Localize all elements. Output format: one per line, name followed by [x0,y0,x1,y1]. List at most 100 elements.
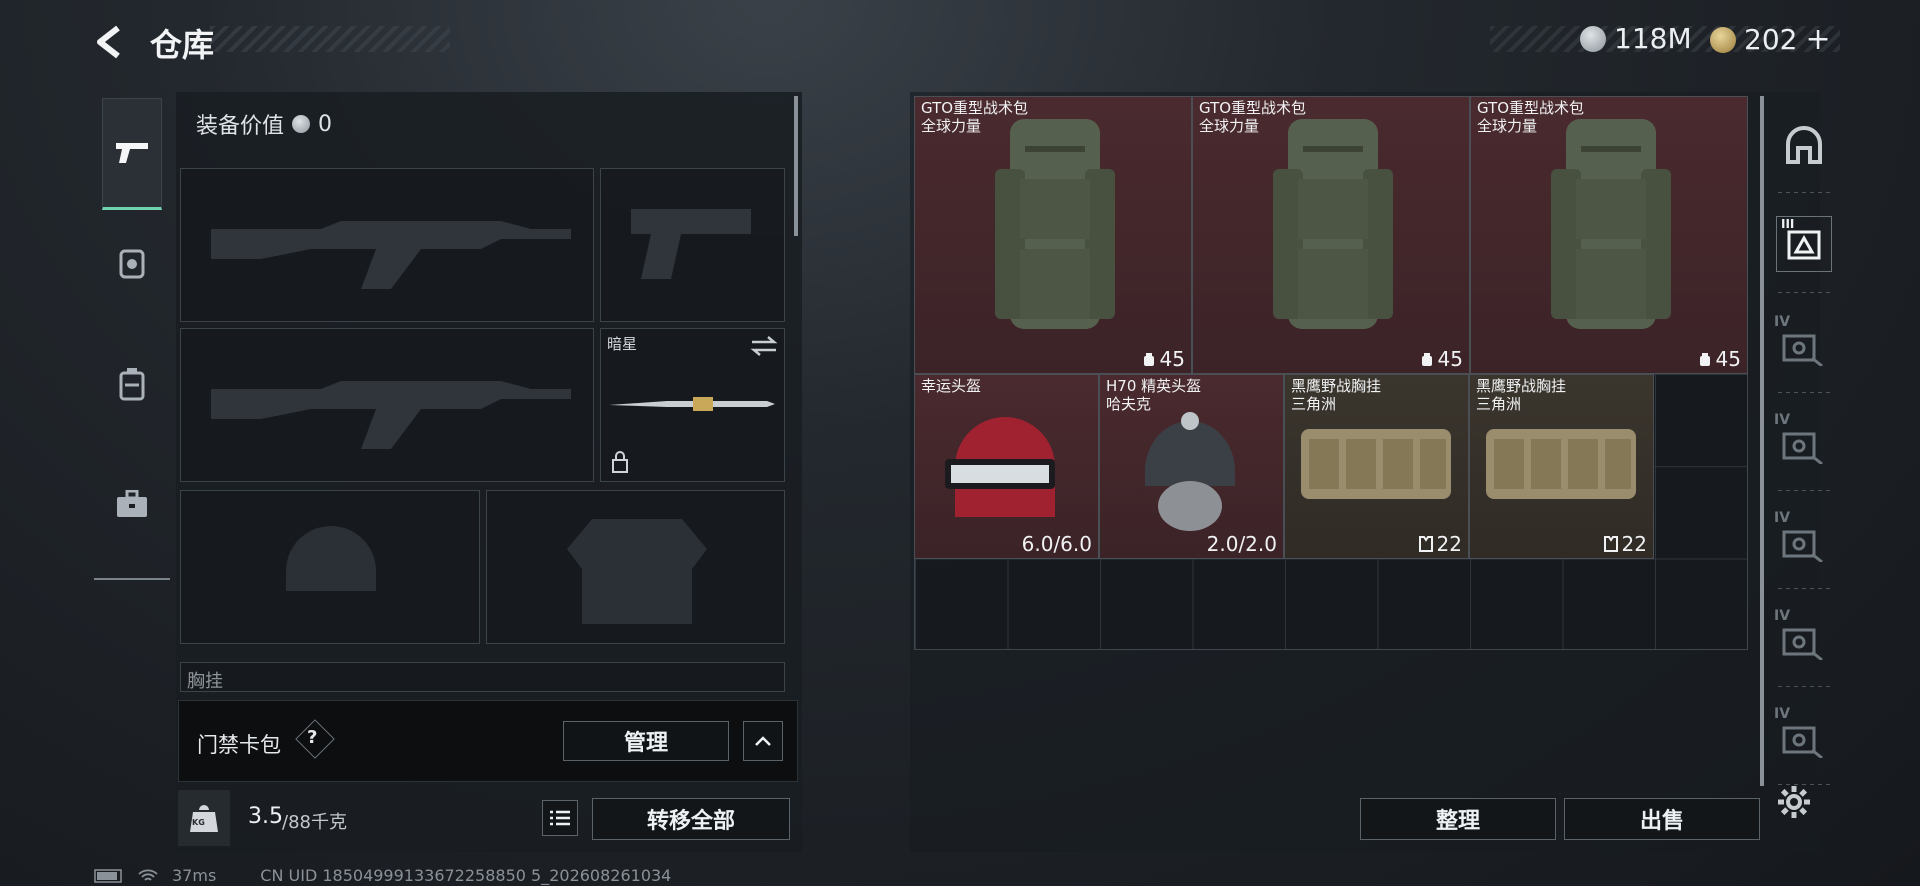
tier-label: IV [1774,608,1791,624]
item-name: GTO重型战术包 全球力量 [1199,99,1306,135]
equip-value-amount: 0 [318,111,333,137]
tab-separator [1778,490,1834,491]
expand-button[interactable] [743,721,783,761]
weight-icon [190,805,218,832]
weight-max: /88千克 [282,812,347,833]
page-title: 仓库 [150,26,215,64]
wifi-icon [138,869,158,881]
stash-item[interactable]: GTO重型战术包 全球力量 45 [1192,96,1470,374]
nav-case[interactable] [102,448,162,560]
item-title: 黑鹰野战胸挂 [1291,377,1382,395]
tab-tier-4-1[interactable]: IV [1772,312,1828,368]
tier-label: IV [1774,706,1791,722]
silver-coin-icon [292,115,311,133]
nav-weapons[interactable] [102,98,162,210]
stash-item[interactable]: GTO重型战术包 全球力量 45 [914,96,1192,374]
tab-tier-3[interactable]: III [1776,216,1832,272]
item-value: 22 [1603,532,1647,556]
back-arrow-icon[interactable] [92,24,128,60]
armor-silhouette-icon [567,519,707,624]
silver-amount: 118M [1614,22,1692,55]
tab-tier-4-5[interactable]: IV [1772,704,1828,760]
item-value: 45 [1698,347,1741,371]
red-helmet-icon [945,417,1055,517]
status-bar: 37ms CN UID 18504999133672258850 5_20260… [94,866,671,885]
battery-icon [94,868,122,883]
item-name: GTO重型战术包 全球力量 [921,99,1028,135]
item-value: 2.0/2.0 [1207,532,1277,556]
add-currency-icon[interactable]: + [1805,22,1830,57]
item-title: GTO重型战术包 [921,99,1029,117]
item-value-text: 6.0/6.0 [1021,532,1092,556]
chest-rig-icon [1486,429,1636,499]
backpack-icon [1273,119,1393,329]
tab-separator [1778,686,1834,687]
arch-icon [1786,126,1822,164]
manage-button[interactable]: 管理 [563,721,729,761]
item-value-text: 45 [1715,347,1741,371]
swap-icon[interactable] [750,335,778,357]
settings-gear-icon[interactable] [1776,784,1812,820]
stash-item[interactable]: 幸运头盔 6.0/6.0 [914,374,1099,559]
loadout-scrollbar[interactable] [794,96,798,236]
item-value: 22 [1418,532,1462,556]
title-stripe [210,26,450,52]
primary-weapon-slot[interactable] [180,168,594,322]
ping-text: 37ms [172,866,217,885]
item-title: 幸运头盔 [921,377,982,395]
stash-item[interactable]: 黑鹰野战胸挂 三角洲 22 [1469,374,1654,559]
helmet-slot[interactable] [180,490,480,644]
sell-button[interactable]: 出售 [1564,798,1760,840]
capacity-icon [1143,353,1154,366]
melee-slot[interactable]: 暗星 [600,328,785,482]
secondary-weapon-slot[interactable] [180,328,594,482]
item-brand: 哈夫克 [1106,395,1152,413]
chest-rig-label: 胸挂 [187,671,223,692]
chest-rig-slot[interactable]: 胸挂 [180,662,785,692]
armor-slot[interactable] [486,490,785,644]
tab-tier-4-4[interactable]: IV [1772,606,1828,662]
item-brand: 三角洲 [1291,395,1337,413]
capacity-icon [1603,536,1618,552]
transfer-all-button[interactable]: 转移全部 [592,798,790,840]
item-value: 45 [1142,347,1185,371]
knife-icon [609,397,775,411]
list-view-button[interactable] [542,800,578,836]
item-name: 黑鹰野战胸挂 三角洲 [1291,377,1381,413]
tier-badge: III [1781,217,1795,231]
list-icon [550,810,570,826]
backpack-icon [119,368,145,401]
tab-all[interactable] [1776,118,1832,174]
pistol-silhouette-icon [631,209,751,279]
gold-coin-icon [1710,26,1736,53]
backpack-icon [1551,119,1671,329]
help-icon[interactable]: ? [307,727,317,748]
stash-box-icon [1782,726,1823,758]
pistol-slot[interactable] [600,168,785,322]
stash-item[interactable]: H70 精英头盔 哈夫克 2.0/2.0 [1099,374,1284,559]
backpack-icon [995,119,1115,329]
tab-separator [1778,292,1834,293]
stash-box-icon [1782,530,1823,562]
sort-button[interactable]: 整理 [1360,798,1556,840]
stash-box-icon [1782,432,1823,464]
nav-gear[interactable] [102,208,162,320]
item-value: 6.0/6.0 [1022,532,1092,556]
keycard-label: 门禁卡包 [197,733,281,757]
item-name: 幸运头盔 [921,377,981,395]
chest-rig-icon [1301,429,1451,499]
weight-value: 3.5 [248,804,283,829]
item-brand: 全球力量 [1199,117,1260,135]
tab-separator [1778,192,1834,193]
rifle-silhouette-icon [211,221,571,289]
keycard-bar: 门禁卡包 ? 管理 [178,700,798,782]
gold-currency[interactable]: 202 + [1710,22,1831,57]
stash-item[interactable]: 黑鹰野战胸挂 三角洲 22 [1284,374,1469,559]
weight-icon-text: KG [192,818,205,827]
loadout-nav [94,88,170,588]
item-title: GTO重型战术包 [1477,99,1585,117]
tab-tier-4-3[interactable]: IV [1772,508,1828,564]
stash-item[interactable]: GTO重型战术包 全球力量 45 [1470,96,1748,374]
tab-tier-4-2[interactable]: IV [1772,410,1828,466]
nav-backpack[interactable] [102,328,162,440]
